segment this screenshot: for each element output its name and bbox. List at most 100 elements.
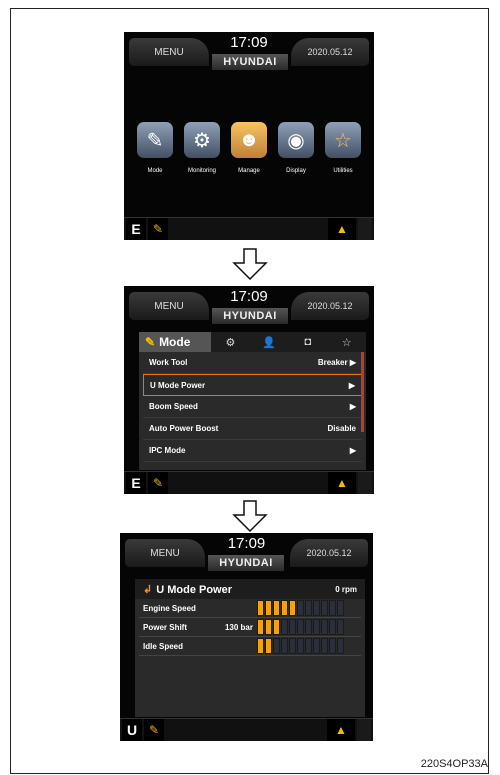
menu-item-mode[interactable]: ✎ Mode: [135, 122, 175, 174]
screen-mode-menu: MENU 17:09 HYUNDAI 2020.05.12 ✎ Mode ⚙ 👤…: [124, 286, 374, 494]
footer-end-block: [357, 719, 371, 741]
screen-main-menu: MENU 17:09 HYUNDAI 2020.05.12 ✎ Mode ⚙ M…: [124, 32, 374, 240]
work-mode-icon: ✎: [144, 719, 164, 741]
tab-utilities[interactable]: ☆: [327, 332, 366, 352]
date-display: 2020.05.12: [291, 292, 369, 320]
scrollbar[interactable]: [361, 352, 364, 432]
gauge-icon: ⚙: [184, 122, 220, 158]
setting-row-idle-speed[interactable]: Idle Speed: [139, 637, 361, 656]
row-value: ▶: [348, 380, 355, 390]
menu-item-label: Manage: [238, 168, 260, 174]
setting-label: Idle Speed: [143, 641, 184, 651]
level-segment: [281, 600, 288, 616]
setting-row-engine-speed[interactable]: Engine Speed: [139, 599, 361, 618]
level-segment: [305, 638, 312, 654]
menu-item-label: Mode: [147, 168, 163, 174]
list-item-boom-speed[interactable]: Boom Speed ▶: [143, 396, 362, 418]
setting-value: 130 bar: [224, 622, 253, 632]
level-segment: [337, 638, 344, 654]
level-segment: [329, 638, 336, 654]
level-segment: [257, 619, 264, 635]
menu-item-manage[interactable]: ☻ Manage: [229, 122, 269, 174]
row-value: ▶: [349, 446, 356, 455]
tab-mode[interactable]: ✎ Mode: [139, 332, 211, 352]
setting-label: Engine Speed: [143, 603, 196, 613]
level-segment: [305, 600, 312, 616]
footer-end-block: [358, 218, 372, 240]
tab-bar: ✎ Mode ⚙ 👤 ◘ ☆: [139, 332, 366, 352]
row-label: U Mode Power: [150, 380, 206, 390]
header: MENU 17:09 HYUNDAI 2020.05.12: [124, 32, 374, 76]
list-item-ipc-mode[interactable]: IPC Mode ▶: [143, 440, 362, 462]
level-segment: [297, 638, 304, 654]
main-menu-icons: ✎ Mode ⚙ Monitoring ☻ Manage ◉ Display ☆…: [124, 122, 374, 174]
level-segment: [321, 638, 328, 654]
level-segment: [273, 600, 280, 616]
level-segment: [257, 638, 264, 654]
level-segment: [313, 600, 320, 616]
header: MENU 17:09 HYUNDAI 2020.05.12: [124, 286, 374, 330]
mode-panel: ✎ Mode ⚙ 👤 ◘ ☆ Work Tool Breaker ▶ U Mod…: [139, 332, 366, 470]
row-value: Disable: [327, 424, 356, 433]
setting-row-power-shift[interactable]: Power Shift 130 bar: [139, 618, 361, 637]
tab-manage[interactable]: 👤: [250, 332, 289, 352]
panel-title-bar: ↲ U Mode Power 0 rpm: [135, 579, 365, 599]
arrow-down-icon: [230, 500, 270, 532]
row-label: Boom Speed: [149, 402, 198, 411]
level-bar[interactable]: [257, 600, 344, 616]
person-icon: ☻: [231, 122, 267, 158]
row-value: ▶: [349, 402, 356, 411]
tab-display[interactable]: ◘: [289, 332, 328, 352]
menu-item-label: Monitoring: [187, 168, 216, 174]
header: MENU 17:09 HYUNDAI 2020.05.12: [120, 533, 373, 577]
level-segment: [321, 619, 328, 635]
menu-item-label: Display: [286, 168, 306, 174]
star-icon: ☆: [325, 122, 361, 158]
list-item-work-tool[interactable]: Work Tool Breaker ▶: [143, 352, 362, 374]
date-display: 2020.05.12: [291, 38, 369, 66]
pencil-icon: ✎: [137, 122, 173, 158]
date-display: 2020.05.12: [290, 539, 368, 567]
list-item-auto-power-boost[interactable]: Auto Power Boost Disable: [143, 418, 362, 440]
person-icon: 👤: [262, 336, 276, 349]
level-segment: [297, 600, 304, 616]
footer-end-block: [358, 472, 372, 494]
star-icon: ☆: [341, 336, 352, 349]
level-segment: [289, 619, 296, 635]
display-icon: ◘: [304, 336, 312, 348]
brand-logo: HYUNDAI: [212, 54, 288, 70]
level-segment: [265, 619, 272, 635]
level-segment: [281, 619, 288, 635]
row-value: Breaker ▶: [317, 358, 356, 367]
level-bar[interactable]: [257, 619, 344, 635]
level-segment: [329, 619, 336, 635]
level-segment: [257, 600, 264, 616]
return-icon[interactable]: ↲: [143, 584, 152, 596]
row-label: Auto Power Boost: [149, 424, 219, 433]
travel-speed-icon: ▲: [328, 472, 356, 494]
power-mode-indicator: U: [122, 719, 142, 741]
travel-speed-icon: ▲: [328, 218, 356, 240]
level-segment: [337, 600, 344, 616]
level-segment: [273, 619, 280, 635]
level-segment: [313, 619, 320, 635]
menu-item-display[interactable]: ◉ Display: [276, 122, 316, 174]
level-segment: [289, 600, 296, 616]
menu-item-monitoring[interactable]: ⚙ Monitoring: [182, 122, 222, 174]
power-mode-indicator: E: [126, 218, 146, 240]
arrow-down-icon: [230, 248, 270, 280]
gauge-icon: ⚙: [225, 336, 236, 349]
level-bar[interactable]: [257, 638, 344, 654]
menu-item-label: Utilities: [333, 168, 353, 174]
list-item-u-mode-power[interactable]: U Mode Power ▶: [143, 374, 362, 396]
status-footer: E ✎ ▲: [124, 471, 374, 494]
menu-item-utilities[interactable]: ☆ Utilities: [323, 122, 363, 174]
level-segment: [337, 619, 344, 635]
level-segment: [321, 600, 328, 616]
panel-title: U Mode Power: [156, 583, 233, 596]
level-segment: [265, 638, 272, 654]
level-segment: [273, 638, 280, 654]
tab-monitoring[interactable]: ⚙: [211, 332, 250, 352]
level-segment: [313, 638, 320, 654]
power-mode-indicator: E: [126, 472, 146, 494]
